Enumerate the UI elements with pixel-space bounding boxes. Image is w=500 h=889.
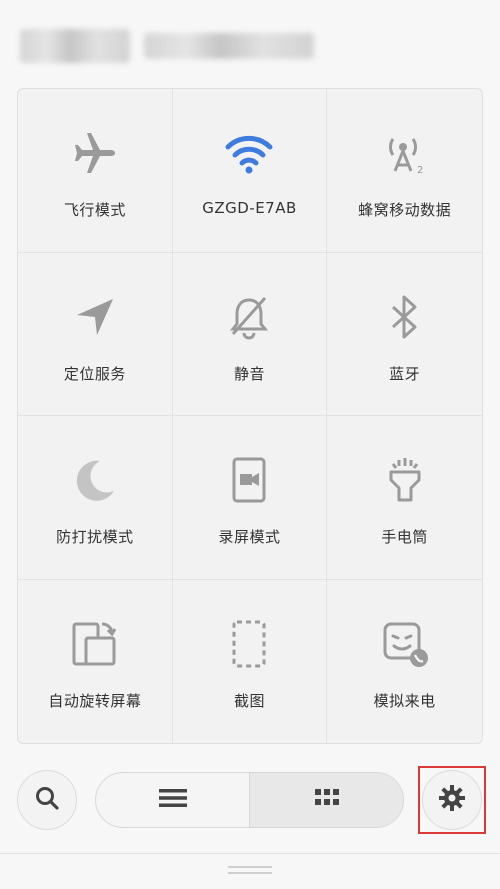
view-mode-toggle [95,772,404,828]
tile-label: 定位服务 [63,364,126,383]
tile-do-not-disturb[interactable]: 防打扰模式 [18,416,173,580]
screenshot-icon [223,618,275,670]
rotate-screen-icon [69,618,121,670]
quick-settings-panel: 飞行模式 GZGD-E7AB 2 蜂窝移动数据 定位服务 静音 蓝牙 防打扰模式… [17,88,483,744]
divider [0,853,500,854]
bluetooth-icon [379,291,431,343]
search-icon [34,785,60,815]
tile-label: 截图 [233,691,265,710]
bell-muted-icon [223,291,275,343]
tile-mute[interactable]: 静音 [172,252,328,416]
list-view-button[interactable] [96,773,249,827]
flashlight-icon [379,454,431,506]
tile-label: 模拟来电 [373,691,436,710]
tile-bluetooth[interactable]: 蓝牙 [327,253,482,416]
tile-label: 录屏模式 [218,528,281,546]
tile-airplane-mode[interactable]: 飞行模式 [18,89,173,253]
svg-text:2: 2 [417,165,423,176]
tile-label: 手电筒 [381,528,428,546]
status-bar-blurred [20,22,330,70]
tile-cellular-data[interactable]: 2 蜂窝移动数据 [327,89,482,253]
tile-label: 自动旋转屏幕 [48,691,142,710]
tile-screenshot[interactable]: 截图 [173,579,328,743]
airplane-icon [69,127,121,179]
moon-icon [69,454,121,506]
tile-label: 蜂窝移动数据 [358,201,452,219]
screen-record-icon [223,454,275,506]
grid-icon [314,789,339,811]
tile-wifi[interactable]: GZGD-E7AB [172,89,328,253]
drag-handle[interactable] [228,866,272,874]
tile-screen-record[interactable]: 录屏模式 [172,416,328,580]
settings-highlight-box [418,766,486,834]
tile-auto-rotate[interactable]: 自动旋转屏幕 [18,579,173,743]
tile-label: 静音 [233,364,265,383]
cellular-data-icon: 2 [379,127,431,179]
tile-fake-call[interactable]: 模拟来电 [327,580,482,744]
tile-label: 飞行模式 [63,201,126,219]
tile-label: 防打扰模式 [56,528,134,546]
wifi-icon [223,127,275,179]
search-button[interactable] [17,770,77,830]
tile-location[interactable]: 定位服务 [18,252,173,416]
grid-view-button[interactable] [249,773,403,827]
fake-call-icon [379,618,431,670]
location-arrow-icon [69,291,121,343]
tile-flashlight[interactable]: 手电筒 [327,416,482,580]
list-icon [158,788,187,812]
tile-label: GZGD-E7AB [202,199,297,217]
tile-label: 蓝牙 [389,364,421,383]
